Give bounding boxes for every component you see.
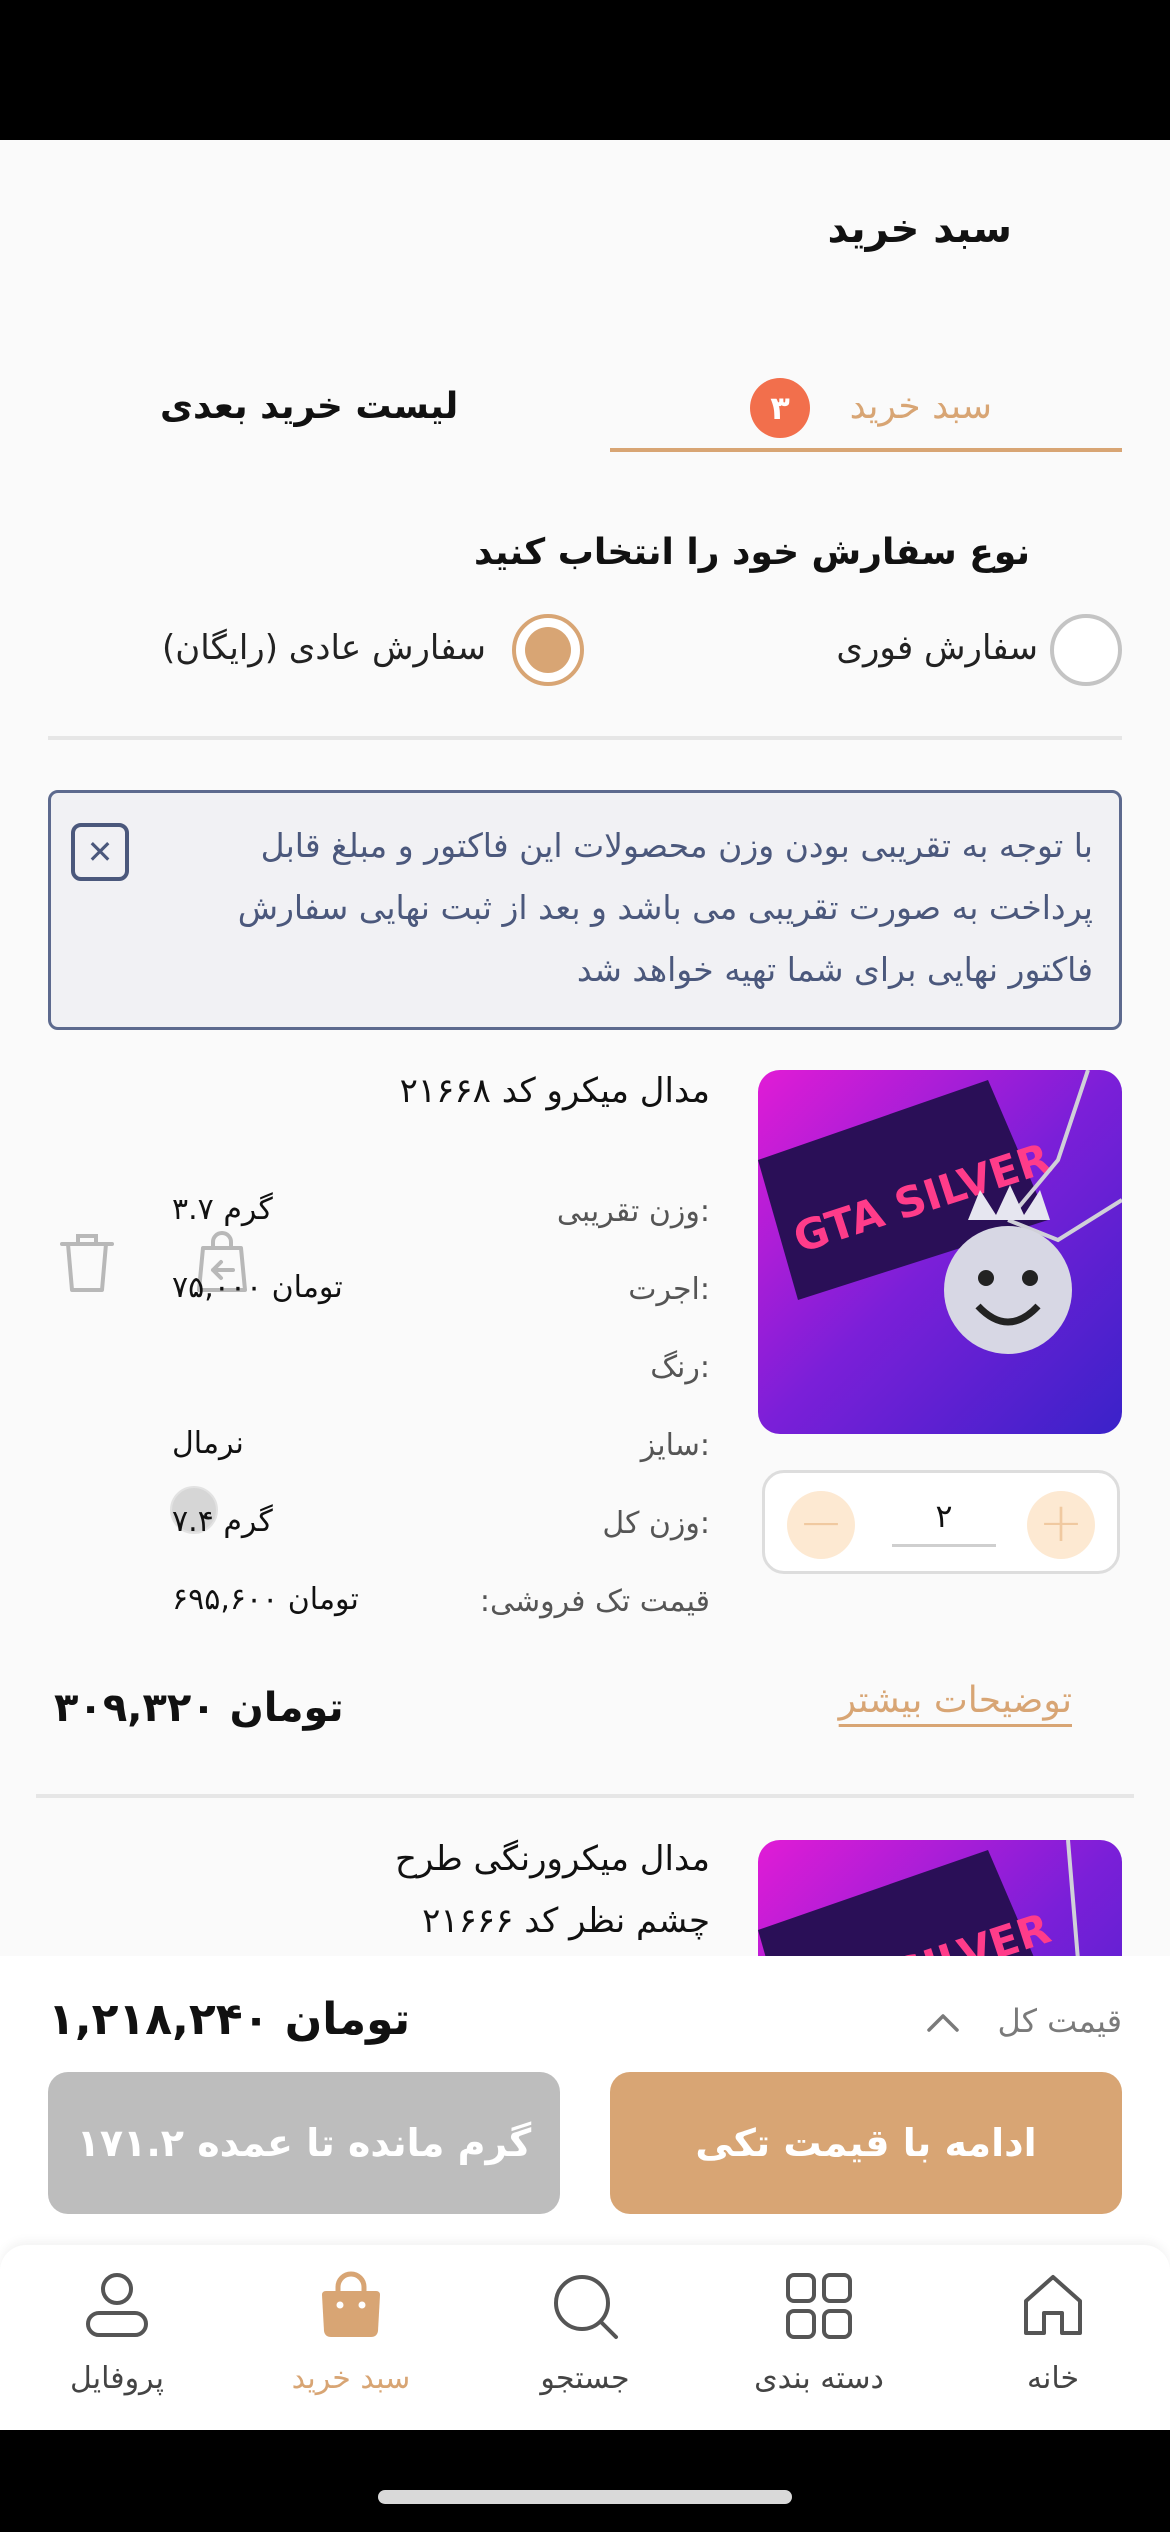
grid-icon — [786, 2273, 852, 2339]
spec-value-unit-price: ۶۹۵,۶۰۰ تومان — [172, 1582, 359, 1617]
nav-label-search: جستجو — [540, 2361, 630, 2396]
product-title[interactable]: مدال میکرورنگی طرح چشم نظر کد ۲۱۶۶۶ — [350, 1828, 710, 1952]
bottom-navigation: خانه دسته بندی جستجو سبد خرید پروفایل — [0, 2245, 1170, 2430]
spec-label-size: سایز: — [640, 1428, 710, 1463]
page-title: سبد خرید — [827, 206, 1012, 252]
tab-cart-label: سبد خرید — [849, 386, 992, 427]
cart-screen: سبد خرید سبد خرید ۳ لیست خرید بعدی نوع س… — [0, 140, 1170, 2430]
product-title[interactable]: مدال میکرو کد ۲۱۶۶۸ — [370, 1060, 710, 1122]
notice-text: با توجه به تقریبی بودن وزن محصولات این ف… — [237, 826, 1093, 989]
spec-value-total-weight: ۷.۴ گرم — [172, 1504, 273, 1539]
radio-normal-order-label[interactable]: سفارش عادی (رایگان) — [162, 628, 486, 668]
nav-item-cart[interactable]: سبد خرید — [234, 2245, 468, 2430]
nav-label-categories: دسته بندی — [754, 2361, 884, 2396]
chevron-up-icon[interactable] — [926, 2010, 960, 2034]
nav-label-profile: پروفایل — [70, 2361, 164, 2396]
order-type-heading: نوع سفارش خود را انتخاب کنید — [474, 532, 1030, 573]
radio-fast-order[interactable] — [1050, 614, 1122, 686]
spec-label-wage: اجرت: — [628, 1272, 710, 1307]
status-bar — [0, 0, 1170, 140]
spec-label-weight: وزن تقریبی: — [556, 1194, 710, 1229]
system-bottom-bar — [0, 2430, 1170, 2532]
tab-next-purchase-list[interactable]: لیست خرید بعدی — [160, 386, 458, 427]
divider — [48, 736, 1122, 740]
trash-icon[interactable] — [52, 1226, 122, 1296]
nav-label-cart: سبد خرید — [291, 2361, 411, 2396]
radio-fast-order-label[interactable]: سفارش فوری — [836, 628, 1038, 668]
spec-value-size: نرمال — [172, 1426, 244, 1461]
nav-item-categories[interactable]: دسته بندی — [702, 2245, 936, 2430]
wholesale-remaining-button[interactable]: ۱۷۱.۲ گرم مانده تا عمده — [48, 2072, 560, 2214]
divider — [36, 1794, 1134, 1798]
continue-single-price-button[interactable]: ادامه با قیمت تکی — [610, 2072, 1122, 2214]
minus-icon[interactable]: − — [787, 1491, 855, 1559]
spec-label-color: رنگ: — [650, 1350, 710, 1385]
product-image[interactable]: GTA SILVER — [758, 1070, 1122, 1434]
quantity-value[interactable]: ۲ — [892, 1497, 996, 1547]
close-icon[interactable]: ✕ — [71, 823, 129, 881]
user-icon — [86, 2273, 148, 2337]
spec-value-weight: ۳.۷ گرم — [172, 1192, 273, 1227]
home-indicator[interactable] — [378, 2490, 792, 2504]
nav-item-search[interactable]: جستجو — [468, 2245, 702, 2430]
nav-item-profile[interactable]: پروفایل — [0, 2245, 234, 2430]
quantity-stepper[interactable]: + ۲ − — [762, 1470, 1120, 1574]
approximate-weight-notice: با توجه به تقریبی بودن وزن محصولات این ف… — [48, 790, 1122, 1030]
item-line-total: ۳۰۹,۳۲۰ تومان — [54, 1685, 344, 1731]
nav-item-home[interactable]: خانه — [936, 2245, 1170, 2430]
plus-icon[interactable]: + — [1027, 1491, 1095, 1559]
spec-label-unit-price: :قیمت تک فروشی — [479, 1584, 710, 1619]
more-details-link[interactable]: توضیحات بیشتر — [839, 1680, 1072, 1721]
search-icon — [554, 2275, 618, 2339]
total-price-label[interactable]: قیمت کل — [997, 2002, 1122, 2040]
home-icon — [1024, 2275, 1082, 2335]
radio-normal-order[interactable] — [512, 614, 584, 686]
spec-label-total-weight: وزن کل: — [602, 1506, 710, 1541]
nav-label-home: خانه — [1026, 2361, 1080, 2396]
necklace-product-image: GTA SILVER — [758, 1070, 1122, 1434]
cart-count-badge: ۳ — [750, 378, 810, 438]
spec-value-wage: ۷۵,۰۰۰ تومان — [172, 1270, 343, 1305]
bag-icon — [322, 2271, 380, 2337]
tab-cart[interactable]: سبد خرید ۳ — [610, 378, 1122, 452]
grand-total-value: ۱,۲۱۸,۲۴۰ تومان — [48, 1994, 411, 2045]
